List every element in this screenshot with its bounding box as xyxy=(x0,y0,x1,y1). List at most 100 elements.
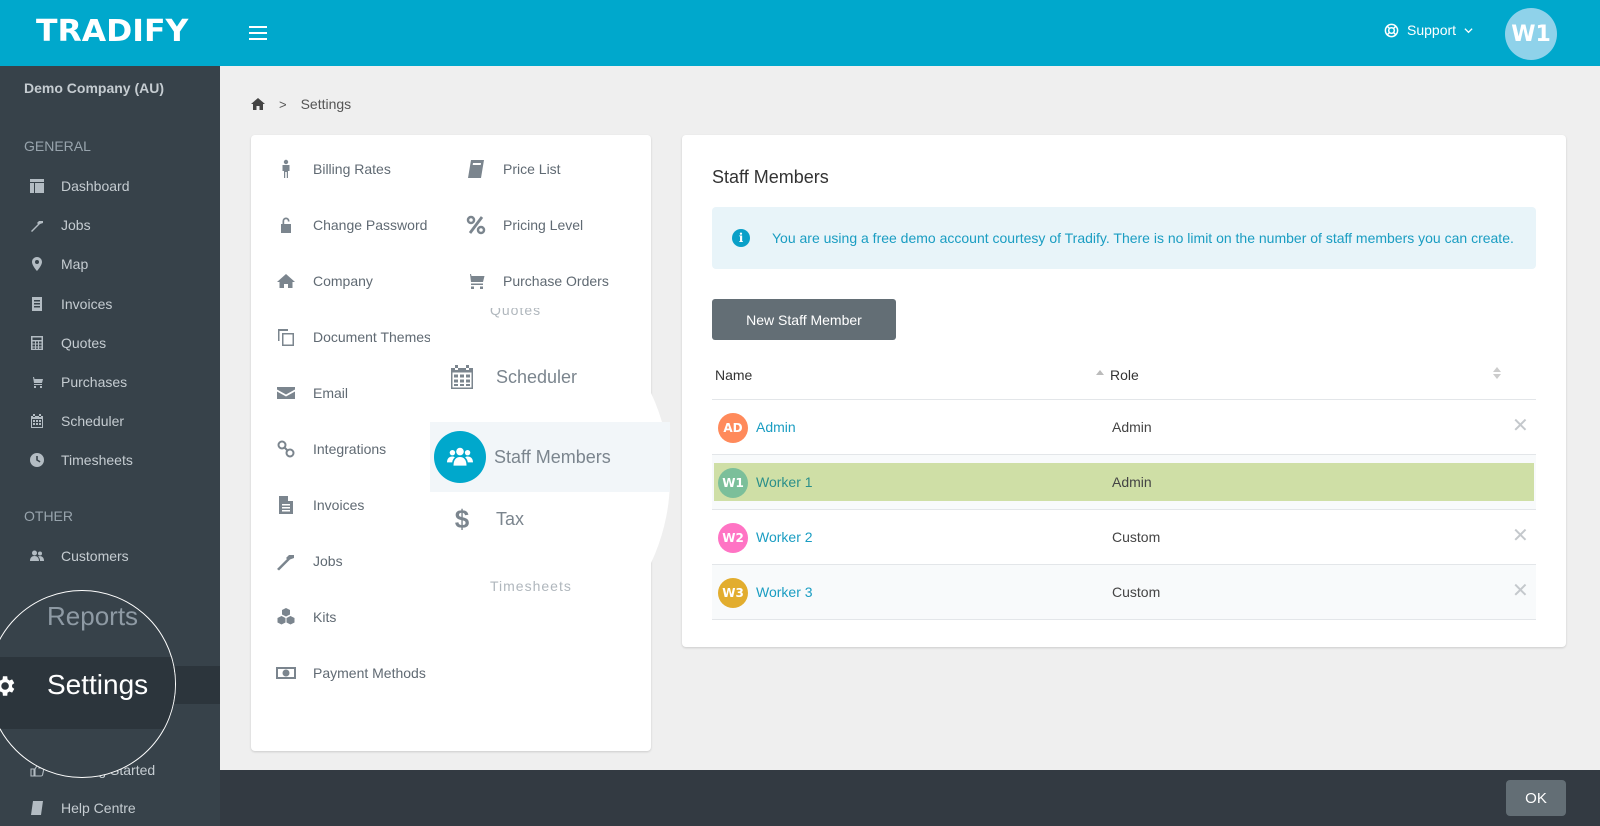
sidebar: Demo Company (AU) GENERAL Dashboard Jobs… xyxy=(0,66,220,826)
company-name[interactable]: Demo Company (AU) xyxy=(24,80,164,96)
info-icon: i xyxy=(732,229,750,247)
cubes-icon xyxy=(275,607,297,627)
settings-item-kits[interactable]: Kits xyxy=(275,607,336,627)
sidebar-item-label: Map xyxy=(61,256,89,272)
settings-item-tax[interactable]: $ Tax xyxy=(450,504,524,535)
ok-button[interactable]: OK xyxy=(1506,780,1566,816)
staff-role: Admin xyxy=(1112,474,1152,490)
sidebar-item-label: Dashboard xyxy=(61,178,130,194)
support-dropdown[interactable]: Support xyxy=(1384,22,1473,38)
sidebar-item-label: Purchases xyxy=(61,374,128,390)
hammer-icon xyxy=(275,551,297,571)
sort-icon[interactable] xyxy=(1492,367,1502,381)
money-icon xyxy=(275,663,297,683)
settings-item-scheduler[interactable]: Scheduler xyxy=(450,364,577,390)
dashboard-icon xyxy=(29,178,45,194)
section-label-other: OTHER xyxy=(24,508,73,524)
staff-name-link[interactable]: Admin xyxy=(756,419,796,435)
settings-item-invoices[interactable]: Invoices xyxy=(275,495,364,515)
invoice-icon xyxy=(29,296,45,312)
table-row[interactable]: AD Admin Admin ✕ xyxy=(712,400,1536,455)
staff-name-link[interactable]: Worker 3 xyxy=(756,584,813,600)
sidebar-item-help-centre[interactable]: Help Centre xyxy=(0,788,220,826)
sidebar-item-jobs[interactable]: Jobs xyxy=(0,205,220,245)
sidebar-item-purchases[interactable]: Purchases xyxy=(0,362,220,402)
settings-item-label: Pricing Level xyxy=(503,217,584,233)
calendar-icon xyxy=(29,413,45,429)
delete-icon[interactable]: ✕ xyxy=(1512,413,1529,438)
settings-item-label: Change Password xyxy=(313,217,428,233)
settings-item-billing-rates[interactable]: Billing Rates xyxy=(275,159,391,179)
settings-item-label: Billing Rates xyxy=(313,161,391,177)
delete-icon[interactable]: ✕ xyxy=(1512,523,1529,548)
avatar: AD xyxy=(718,413,748,443)
staff-role: Admin xyxy=(1112,419,1152,435)
settings-item-company[interactable]: Company xyxy=(275,271,373,291)
sidebar-item-settings[interactable]: Settings xyxy=(47,669,148,701)
copy-icon xyxy=(275,327,297,347)
chevron-right-icon: > xyxy=(279,96,287,112)
staff-role: Custom xyxy=(1112,584,1161,600)
settings-item-label: Payment Methods xyxy=(313,665,426,681)
breadcrumb: > Settings xyxy=(251,96,351,112)
settings-item-email[interactable]: Email xyxy=(275,383,348,403)
settings-item-label: Staff Members xyxy=(494,446,611,467)
settings-item-timesheets-faded[interactable]: Timesheets xyxy=(490,578,572,594)
sidebar-item-label: Customers xyxy=(61,548,129,564)
sidebar-item-label: Help Centre xyxy=(61,800,136,816)
top-bar: TRADIFY Support W1 xyxy=(0,0,1600,66)
table-row[interactable]: W3 Worker 3 Custom ✕ xyxy=(712,565,1536,620)
sort-ascending-icon[interactable] xyxy=(1096,370,1104,375)
sidebar-item-customers[interactable]: Customers xyxy=(0,536,220,576)
staff-name-link[interactable]: Worker 2 xyxy=(756,529,813,545)
settings-item-price-list[interactable]: Price List xyxy=(465,159,561,179)
new-staff-member-button[interactable]: New Staff Member xyxy=(712,299,896,340)
settings-item-label: Kits xyxy=(313,609,337,625)
file-icon xyxy=(275,495,297,515)
sidebar-item-quotes[interactable]: Quotes xyxy=(0,323,220,363)
info-alert: i You are using a free demo account cour… xyxy=(712,207,1536,269)
staff-name-link[interactable]: Worker 1 xyxy=(756,474,813,490)
users-icon xyxy=(434,431,486,483)
table-row[interactable]: W1 Worker 1 Admin xyxy=(712,455,1536,510)
sidebar-item-reports[interactable]: Reports xyxy=(47,601,138,632)
unlock-icon xyxy=(275,215,297,235)
user-avatar[interactable]: W1 xyxy=(1505,8,1557,60)
home-icon xyxy=(275,271,297,291)
avatar: W1 xyxy=(718,468,748,498)
settings-item-jobs[interactable]: Jobs xyxy=(275,551,343,571)
cart-icon xyxy=(465,271,487,291)
sidebar-item-timesheets[interactable]: Timesheets xyxy=(0,440,220,480)
menu-toggle-icon[interactable] xyxy=(249,26,267,40)
sidebar-item-label: Scheduler xyxy=(61,413,125,429)
settings-item-quotes-faded[interactable]: Quotes xyxy=(490,308,541,318)
settings-item-label: Invoices xyxy=(313,497,365,513)
settings-item-integrations[interactable]: Integrations xyxy=(275,439,386,459)
settings-item-label: Company xyxy=(313,273,373,289)
sidebar-item-map[interactable]: Map xyxy=(0,244,220,284)
avatar: W2 xyxy=(718,523,748,553)
settings-item-change-password[interactable]: Change Password xyxy=(275,215,427,235)
column-header-name[interactable]: Name xyxy=(715,367,752,383)
settings-item-purchase-orders[interactable]: Purchase Orders xyxy=(465,271,609,291)
settings-item-pricing-level[interactable]: Pricing Level xyxy=(465,215,583,235)
table-row[interactable]: W2 Worker 2 Custom ✕ xyxy=(712,510,1536,565)
sidebar-item-scheduler[interactable]: Scheduler xyxy=(0,401,220,441)
settings-item-staff-members[interactable]: Staff Members xyxy=(434,431,611,483)
column-header-role[interactable]: Role xyxy=(1110,367,1139,383)
avatar: W3 xyxy=(718,578,748,608)
delete-icon[interactable]: ✕ xyxy=(1512,578,1529,603)
settings-item-payment-methods[interactable]: Payment Methods xyxy=(275,663,426,683)
map-pin-icon xyxy=(29,256,45,272)
sidebar-item-invoices[interactable]: Invoices xyxy=(0,284,220,324)
sidebar-item-dashboard[interactable]: Dashboard xyxy=(0,166,220,206)
tradify-logo[interactable]: TRADIFY xyxy=(36,14,188,49)
staff-members-card: Staff Members i You are using a free dem… xyxy=(682,135,1566,647)
settings-item-document-themes[interactable]: Document Themes xyxy=(275,327,431,347)
home-icon[interactable] xyxy=(251,97,265,111)
settings-item-label: Price List xyxy=(503,161,561,177)
envelope-icon xyxy=(275,383,297,403)
book-icon xyxy=(465,159,487,179)
chevron-down-icon xyxy=(1464,27,1473,33)
hammer-icon xyxy=(29,217,45,233)
